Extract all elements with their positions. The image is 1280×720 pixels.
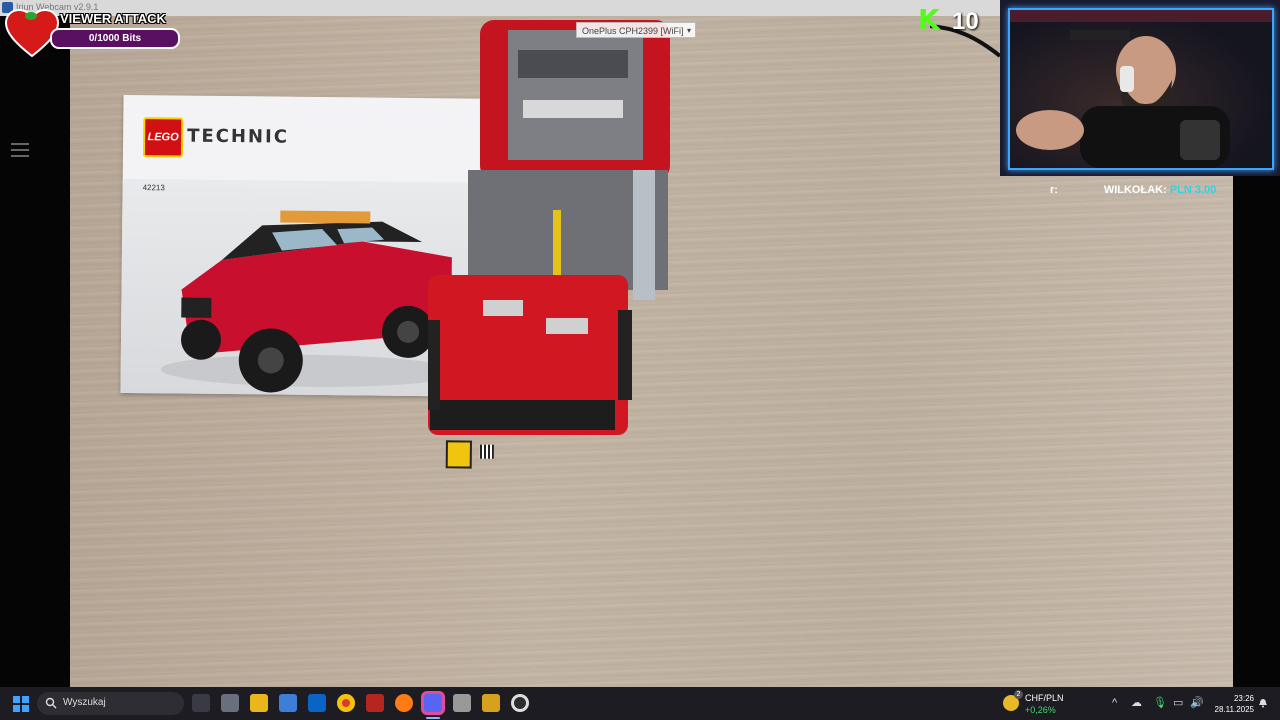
streamer-figure xyxy=(1010,10,1272,168)
windows-taskbar: Wyszukaj 2 CHF/PLN +0,26% ^ ☁ 🎙 ▭ 🔊 23:2… xyxy=(0,687,1280,720)
taskbar-search[interactable]: Wyszukaj xyxy=(37,692,184,715)
onedrive-icon[interactable]: ☁ xyxy=(1131,698,1142,709)
obs-icon[interactable] xyxy=(511,694,529,712)
bits-progress: 0/1000 Bits xyxy=(50,28,180,49)
search-icon xyxy=(45,697,57,709)
ticker-donor-amount: PLN 3.00 xyxy=(1169,184,1217,196)
kick-count: 10 xyxy=(952,8,979,35)
taskbar-clock[interactable]: 23:26 28.11.2025 xyxy=(1208,693,1254,715)
camera-device-select[interactable]: OnePlus CPH2399 [WiFi] ▾ xyxy=(576,22,696,38)
right-rail xyxy=(1233,176,1280,687)
currency-pair: CHF/PLN xyxy=(1025,693,1064,703)
ticker-donor-name: WILKOŁAK: xyxy=(1103,184,1167,196)
remote-desktop-icon[interactable] xyxy=(221,694,239,712)
firefox-icon[interactable] xyxy=(395,694,413,712)
red-app-icon[interactable] xyxy=(366,694,384,712)
camera-device-label: OnePlus CPH2399 [WiFi] xyxy=(582,26,684,36)
file-explorer-icon[interactable] xyxy=(250,694,268,712)
network-icon[interactable]: ▭ xyxy=(1173,698,1183,709)
volume-icon[interactable]: 🔊 xyxy=(1190,698,1204,709)
lego-logo: LEGO xyxy=(142,117,184,158)
left-rail xyxy=(0,16,70,687)
microphone-icon[interactable]: 🎙 xyxy=(1153,698,1167,709)
ticker-fragment: r: xyxy=(1050,184,1058,196)
technic-wordmark: TECHNIC xyxy=(187,125,290,148)
chevron-down-icon: ▾ xyxy=(686,26,691,35)
widget-badge: 2 xyxy=(1014,690,1023,699)
chrome-icon[interactable] xyxy=(337,694,355,712)
clock-time: 23:26 xyxy=(1233,694,1254,703)
notification-bell-icon[interactable] xyxy=(1258,698,1268,708)
clock-date: 28.11.2025 xyxy=(1214,705,1254,714)
start-button[interactable] xyxy=(13,696,29,712)
qr-code-icon xyxy=(479,444,494,459)
ticker-fragment-value xyxy=(1061,184,1101,196)
active-app-indicator xyxy=(426,717,440,719)
outlook-icon[interactable] xyxy=(308,694,326,712)
streamer-webcam xyxy=(1008,8,1274,170)
bitcoin-app-icon[interactable] xyxy=(482,694,500,712)
menu-icon[interactable] xyxy=(11,143,29,157)
chevron-up-icon[interactable]: ^ xyxy=(1112,698,1117,709)
search-placeholder: Wyszukaj xyxy=(63,697,106,708)
discord-icon[interactable] xyxy=(424,694,442,712)
store-icon[interactable] xyxy=(279,694,297,712)
set-number: 42213 xyxy=(142,183,165,193)
donation-ticker: r: WILKOŁAK: PLN 3.00 xyxy=(1050,184,1233,200)
minifigure-icon xyxy=(445,440,472,469)
lego-technic-model xyxy=(428,20,670,435)
viewer-attack-title: VIEWER ATTACK xyxy=(60,11,166,26)
currency-change: +0,26% xyxy=(1025,705,1056,715)
kick-logo-icon: K xyxy=(918,3,940,36)
task-view-icon[interactable] xyxy=(192,694,210,712)
media-app-icon[interactable] xyxy=(453,694,471,712)
